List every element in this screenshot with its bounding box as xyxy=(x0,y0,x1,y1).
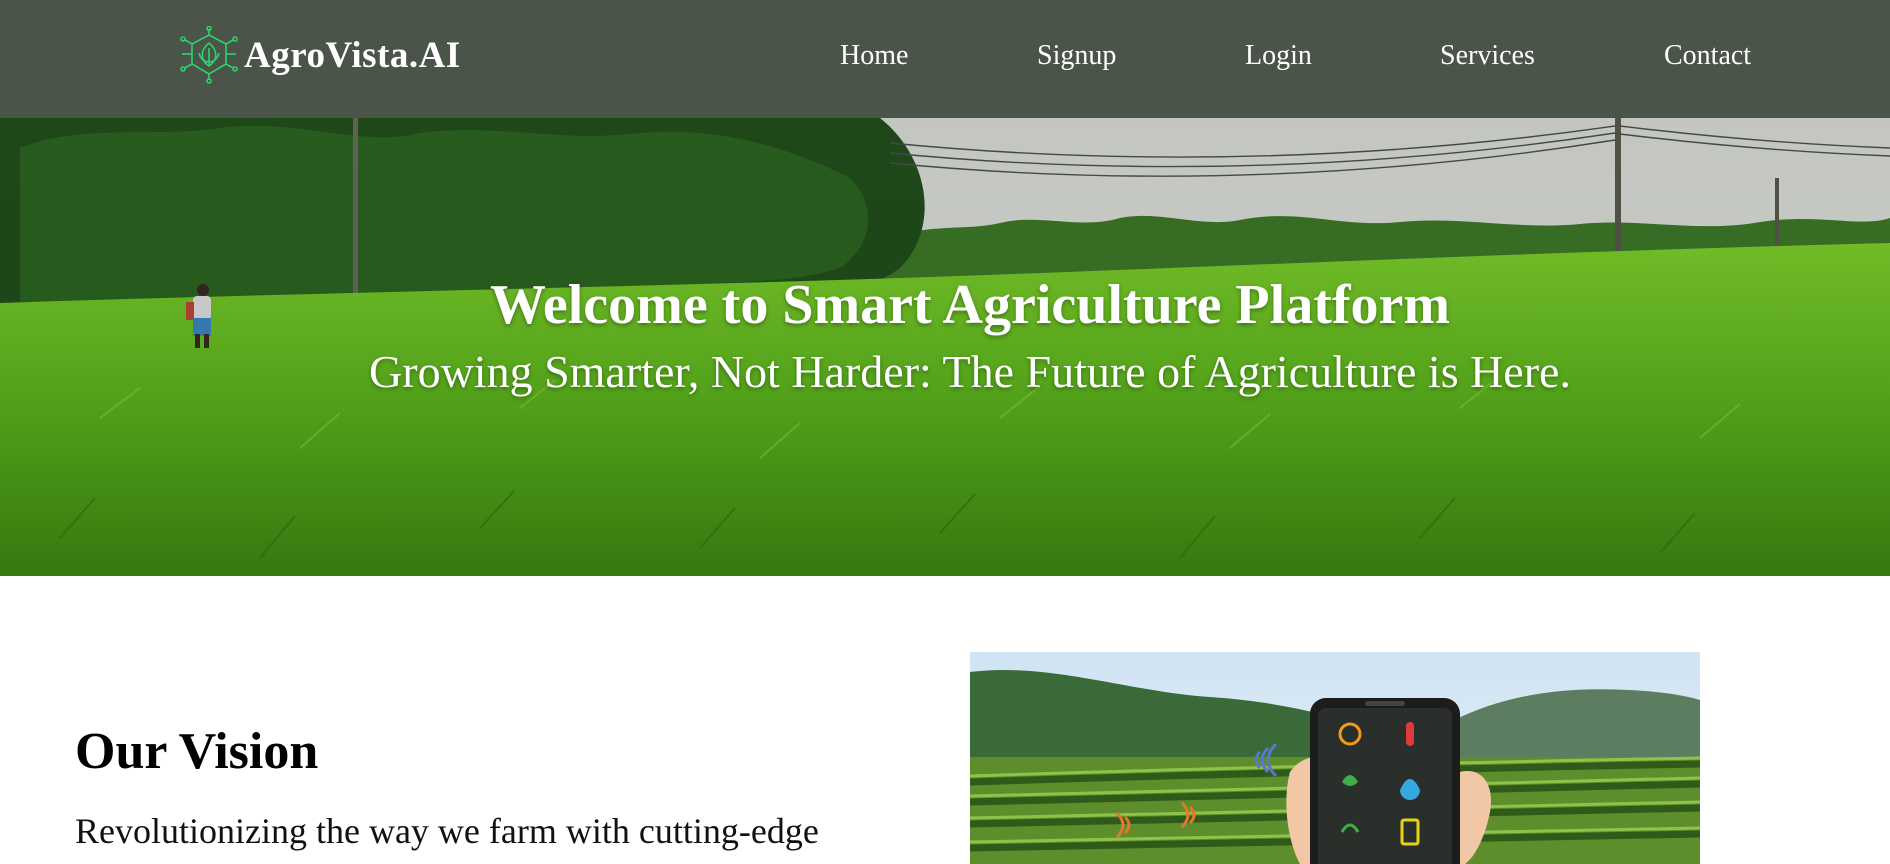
nav-contact-link[interactable]: Contact xyxy=(1664,36,1751,76)
smart-farming-image xyxy=(970,652,1700,864)
hero-subtitle: Growing Smarter, Not Harder: The Future … xyxy=(369,346,1571,397)
nav-home-link[interactable]: Home xyxy=(840,36,908,76)
nav-services-link[interactable]: Services xyxy=(1440,36,1535,76)
hero-banner: Welcome to Smart Agriculture Platform Gr… xyxy=(0,118,1890,576)
hero-title: Welcome to Smart Agriculture Platform xyxy=(489,274,1450,336)
navbar: AgroVista.AI Home Signup Login Services … xyxy=(0,0,1890,118)
main-nav: Home Signup Login Services Contact xyxy=(0,36,1890,76)
vision-text: Revolutionizing the way we farm with cut… xyxy=(75,811,819,864)
nav-login-link[interactable]: Login xyxy=(1245,36,1312,76)
vision-title: Our Vision xyxy=(75,723,319,780)
nav-signup-link[interactable]: Signup xyxy=(1037,36,1116,76)
